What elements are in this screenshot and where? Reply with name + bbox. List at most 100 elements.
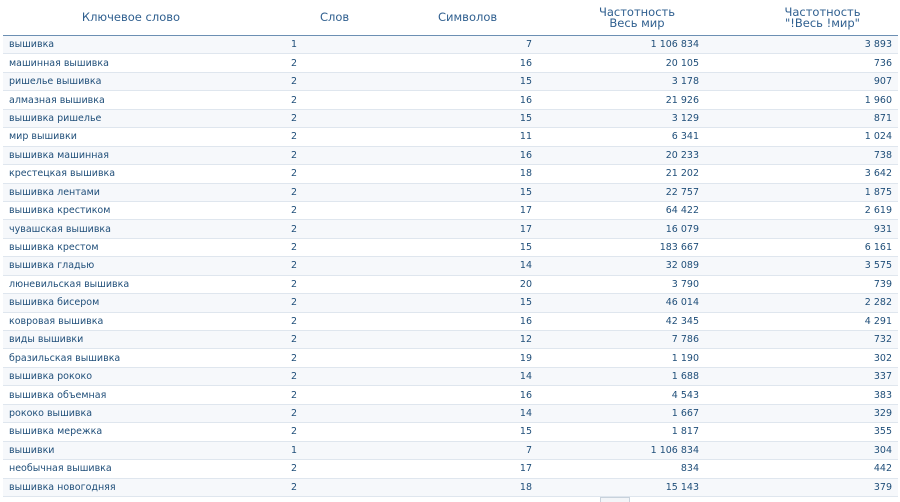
table-row[interactable]: вышивка бисером 2 15 46 014 2 282 [3, 293, 898, 313]
keyword-cell: вышивка крестиком [3, 201, 259, 221]
symbols-cell: 15 [387, 109, 537, 129]
keyword-cell: вышивки [3, 441, 259, 461]
table-row[interactable]: бразильская вышивка 2 19 1 190 302 [3, 348, 898, 368]
words-cell: 2 [259, 275, 387, 295]
keyword-cell: бразильская вышивка [3, 348, 259, 368]
frequency-exact-cell: 2 282 [717, 293, 898, 313]
frequency-world-cell: 22 757 [537, 183, 717, 202]
frequency-exact-cell: 736 [717, 53, 898, 73]
symbols-cell: 19 [387, 348, 537, 368]
symbols-cell: 15 [387, 293, 537, 313]
table-row[interactable]: вышивка мережка 2 15 1 817 355 [3, 422, 898, 442]
keyword-cell: необычная вышивка [3, 459, 259, 479]
table-row[interactable]: вышивка ришелье 2 15 3 129 871 [3, 109, 898, 129]
keyword-cell: ришелье вышивка [3, 72, 259, 92]
frequency-exact-cell: 3 642 [717, 164, 898, 184]
table-row[interactable]: вышивка 1 7 1 106 834 3 893 [3, 35, 898, 55]
frequency-world-cell: 3 790 [537, 275, 717, 295]
keyword-cell: алмазная вышивка [3, 90, 259, 110]
frequency-world-cell: 4 543 [537, 385, 717, 405]
symbols-cell: 16 [387, 53, 537, 73]
symbols-cell: 7 [387, 441, 537, 461]
frequency-world-cell: 32 089 [537, 256, 717, 276]
frequency-world-cell: 1 817 [537, 422, 717, 442]
symbols-cell: 16 [387, 146, 537, 166]
table-row[interactable]: виды вышивки 2 12 7 786 732 [3, 330, 898, 350]
table-row[interactable]: рококо вышивка 2 14 1 667 329 [3, 404, 898, 424]
symbols-cell: 14 [387, 256, 537, 276]
table-row[interactable]: мир вышивки 2 11 6 341 1 024 [3, 127, 898, 147]
frequency-world-cell: 6 341 [537, 127, 717, 147]
frequency-exact-cell: 732 [717, 330, 898, 350]
table-row[interactable]: алмазная вышивка 2 16 21 926 1 960 [3, 90, 898, 110]
table-row[interactable]: вышивка рококо 2 14 1 688 337 [3, 367, 898, 387]
frequency-world-cell: 21 926 [537, 90, 717, 110]
frequency-exact-cell: 442 [717, 459, 898, 479]
symbols-cell: 20 [387, 275, 537, 295]
frequency-world-cell: 20 105 [537, 53, 717, 73]
table-row[interactable]: люневильская вышивка 2 20 3 790 739 [3, 275, 898, 295]
keyword-table: Ключевое слово Слов Символов Частотность… [3, 0, 898, 497]
keyword-cell: рококо вышивка [3, 404, 259, 424]
frequency-world-cell: 21 202 [537, 164, 717, 184]
frequency-exact-cell: 1 875 [717, 183, 898, 202]
frequency-world-cell: 7 786 [537, 330, 717, 350]
words-cell: 2 [259, 404, 387, 424]
frequency-exact-cell: 304 [717, 441, 898, 461]
words-cell: 2 [259, 459, 387, 479]
words-cell: 2 [259, 201, 387, 221]
symbols-cell: 11 [387, 127, 537, 147]
table-row[interactable]: чувашская вышивка 2 17 16 079 931 [3, 219, 898, 239]
words-cell: 2 [259, 312, 387, 332]
frequency-exact-cell: 931 [717, 219, 898, 239]
frequency-world-cell: 1 106 834 [537, 35, 717, 55]
frequency-exact-cell: 355 [717, 422, 898, 442]
table-row[interactable]: вышивка объемная 2 16 4 543 383 [3, 385, 898, 405]
keyword-cell: чувашская вышивка [3, 219, 259, 239]
keyword-cell: мир вышивки [3, 127, 259, 147]
symbols-cell: 14 [387, 367, 537, 387]
words-cell: 2 [259, 422, 387, 442]
scroll-handle[interactable] [600, 497, 630, 502]
frequency-exact-cell: 302 [717, 348, 898, 368]
symbols-cell: 12 [387, 330, 537, 350]
frequency-exact-cell: 1 024 [717, 127, 898, 147]
table-row[interactable]: вышивка гладью 2 14 32 089 3 575 [3, 256, 898, 276]
table-row[interactable]: необычная вышивка 2 17 834 442 [3, 459, 898, 479]
words-cell: 2 [259, 90, 387, 110]
symbols-cell: 7 [387, 35, 537, 55]
table-row[interactable]: вышивка машинная 2 16 20 233 738 [3, 146, 898, 166]
header-symbols[interactable]: Символов [387, 0, 537, 36]
table-row[interactable]: вышивка новогодняя 2 18 15 143 379 [3, 478, 898, 497]
keyword-cell: вышивка [3, 35, 259, 55]
table-row[interactable]: ковровая вышивка 2 16 42 345 4 291 [3, 312, 898, 332]
keyword-cell: крестецкая вышивка [3, 164, 259, 184]
symbols-cell: 17 [387, 201, 537, 221]
header-frequency-world[interactable]: Частотность Весь мир [537, 0, 717, 36]
table-row[interactable]: вышивка крестиком 2 17 64 422 2 619 [3, 201, 898, 221]
keyword-cell: вышивка рококо [3, 367, 259, 387]
header-keyword[interactable]: Ключевое слово [3, 0, 259, 36]
words-cell: 2 [259, 219, 387, 239]
symbols-cell: 16 [387, 90, 537, 110]
frequency-exact-cell: 383 [717, 385, 898, 405]
frequency-exact-cell: 337 [717, 367, 898, 387]
table-row[interactable]: вышивки 1 7 1 106 834 304 [3, 441, 898, 461]
table-row[interactable]: вышивка лентами 2 15 22 757 1 875 [3, 183, 898, 202]
table-body: вышивка 1 7 1 106 834 3 893 машинная вышивка 2… [3, 35, 898, 497]
words-cell: 2 [259, 127, 387, 147]
frequency-exact-cell: 738 [717, 146, 898, 166]
symbols-cell: 17 [387, 219, 537, 239]
frequency-exact-cell: 3 575 [717, 256, 898, 276]
header-frequency-exact[interactable]: Частотность "!Весь !мир" [717, 0, 898, 36]
table-row[interactable]: машинная вышивка 2 16 20 105 736 [3, 53, 898, 73]
table-row[interactable]: вышивка крестом 2 15 183 667 6 161 [3, 238, 898, 258]
frequency-world-cell: 3 178 [537, 72, 717, 92]
symbols-cell: 15 [387, 183, 537, 202]
frequency-world-cell: 64 422 [537, 201, 717, 221]
table-row[interactable]: ришелье вышивка 2 15 3 178 907 [3, 72, 898, 92]
table-row[interactable]: крестецкая вышивка 2 18 21 202 3 642 [3, 164, 898, 184]
frequency-exact-cell: 871 [717, 109, 898, 129]
symbols-cell: 18 [387, 478, 537, 497]
header-words[interactable]: Слов [259, 0, 387, 36]
